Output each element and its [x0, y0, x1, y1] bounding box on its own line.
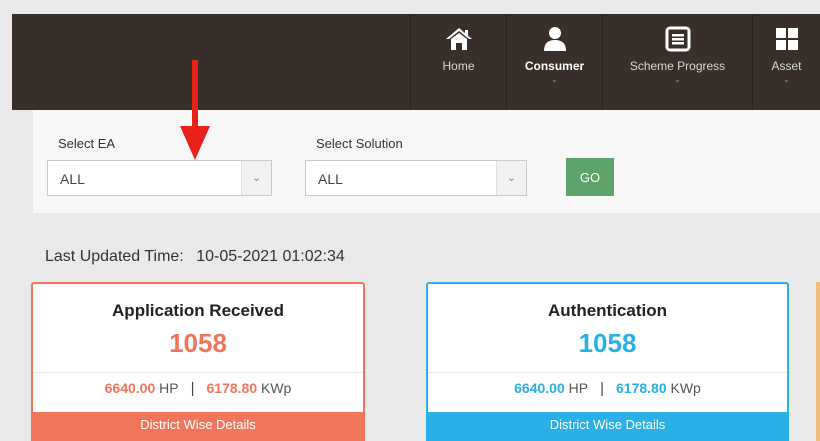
authentication-card: Authentication 1058 6640.00 HP | 6178.80 K…: [426, 282, 789, 441]
application-received-card: Application Received 1058 6640.00 HP | 617…: [31, 282, 365, 441]
nav-label-home: Home: [442, 59, 475, 73]
select-ea-value: ALL: [60, 171, 85, 187]
kwp-unit: KWp: [261, 380, 292, 396]
card-count: 1058: [169, 328, 227, 358]
last-updated-time: 10-05-2021 01:02:34: [196, 248, 345, 265]
list-icon: [665, 26, 690, 52]
chevron-down-icon: ⌄: [674, 75, 681, 84]
card-title: Authentication: [548, 301, 667, 320]
district-wise-details-link[interactable]: District Wise Details: [428, 412, 787, 441]
hp-value: 6640.00: [104, 380, 156, 396]
kwp-unit: KWp: [670, 380, 701, 396]
card-metrics: 6640.00 HP | 6178.80 KWp: [33, 380, 363, 397]
nav-item-consumer[interactable]: Consumer ⌄: [506, 14, 602, 110]
hp-value: 6640.00: [514, 380, 565, 396]
next-card-edge: [816, 282, 820, 441]
grid-icon: [775, 28, 798, 50]
select-solution-value: ALL: [318, 171, 343, 187]
select-ea-label: Select EA: [58, 136, 116, 151]
red-annotation-arrow-icon: [180, 60, 210, 160]
select-solution-dropdown[interactable]: ALL ⌄: [305, 160, 527, 196]
card-metrics: 6640.00 HP | 6178.80 KWp: [428, 380, 787, 397]
nav-item-home[interactable]: Home: [410, 14, 506, 110]
kwp-value: 6178.80: [616, 380, 667, 396]
card-divider: [428, 372, 787, 373]
chevron-down-icon: ⌄: [783, 75, 790, 84]
card-title: Application Received: [112, 301, 284, 320]
home-icon: [445, 28, 472, 50]
nav-item-asset[interactable]: Asset ⌄: [752, 14, 820, 110]
kwp-value: 6178.80: [206, 380, 258, 396]
go-button[interactable]: GO: [566, 158, 614, 196]
nav-label-asset: Asset: [771, 59, 802, 73]
hp-unit: HP: [568, 380, 589, 396]
nav-item-scheme-progress[interactable]: Scheme Progress ⌄: [602, 14, 752, 110]
last-updated: Last Updated Time: 10-05-2021 01:02:34: [45, 248, 345, 266]
chevron-down-icon: ⌄: [496, 161, 526, 195]
select-solution-label: Select Solution: [316, 136, 403, 151]
last-updated-label: Last Updated Time:: [45, 248, 184, 265]
nav-label-consumer: Consumer: [524, 59, 585, 73]
user-icon: [543, 27, 566, 51]
chevron-down-icon: ⌄: [241, 161, 271, 195]
select-ea-dropdown[interactable]: ALL ⌄: [47, 160, 272, 196]
hp-unit: HP: [159, 380, 179, 396]
top-nav-bar: Home Consumer ⌄ Scheme Progress ⌄ Asset …: [12, 14, 820, 110]
district-wise-details-link[interactable]: District Wise Details: [33, 412, 363, 441]
card-divider: [33, 372, 363, 373]
nav-label-scheme-progress: Scheme Progress: [629, 59, 726, 73]
chevron-down-icon: ⌄: [551, 75, 558, 84]
metric-separator: |: [600, 380, 604, 397]
card-count: 1058: [578, 328, 637, 358]
metric-separator: |: [190, 380, 195, 397]
